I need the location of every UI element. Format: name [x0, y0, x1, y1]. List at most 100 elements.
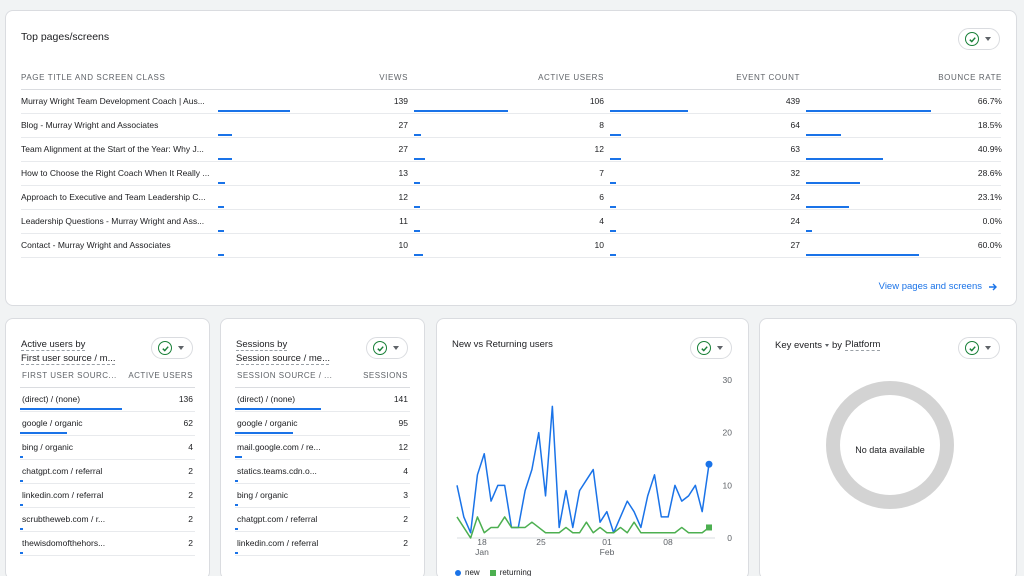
- views-cell: 27: [398, 144, 408, 154]
- views-cell: 139: [393, 96, 408, 106]
- table-row[interactable]: Leadership Questions - Murray Wright and…: [21, 210, 1002, 234]
- col-header-source[interactable]: SESSION SOURCE / ...: [237, 371, 332, 380]
- list-item-value: 62: [183, 418, 193, 428]
- list-item[interactable]: mail.google.com / re... 12: [235, 436, 410, 460]
- page-title-cell: Team Alignment at the Start of the Year:…: [21, 144, 204, 154]
- col-header-source[interactable]: FIRST USER SOURC...: [22, 371, 117, 380]
- list-item-value: 4: [188, 442, 193, 452]
- list-item[interactable]: bing / organic 3: [235, 484, 410, 508]
- event-count-bar: [610, 182, 616, 184]
- legend-returning[interactable]: returning: [489, 568, 531, 576]
- list-item[interactable]: google / organic 95: [235, 412, 410, 436]
- views-cell: 27: [398, 120, 408, 130]
- event-count-cell: 63: [790, 144, 800, 154]
- view-pages-link[interactable]: View pages and screens: [879, 281, 998, 292]
- list-item-label: chatgpt.com / referral: [22, 466, 103, 476]
- list-item-value: 2: [403, 538, 408, 548]
- event-count-cell: 24: [790, 216, 800, 226]
- col-header-views[interactable]: VIEWS: [366, 73, 408, 82]
- views-cell: 13: [398, 168, 408, 178]
- col-header-sessions[interactable]: SESSIONS: [363, 371, 408, 380]
- col-header-page-title[interactable]: PAGE TITLE AND SCREEN CLASS: [21, 73, 165, 82]
- list-item[interactable]: linkedin.com / referral 2: [20, 484, 195, 508]
- list-item-label: statics.teams.cdn.o...: [237, 466, 317, 476]
- active-users-bar: [414, 134, 422, 136]
- views-cell: 10: [398, 240, 408, 250]
- list-item-bar: [20, 408, 122, 410]
- bounce-rate-cell: 66.7%: [977, 96, 1002, 106]
- event-count-cell: 64: [790, 120, 800, 130]
- list-item[interactable]: bing / organic 4: [20, 436, 195, 460]
- active-users-cell: 12: [594, 144, 604, 154]
- col-header-bounce-rate[interactable]: BOUNCE RATE: [914, 73, 1002, 82]
- views-cell: 11: [399, 216, 408, 226]
- check-icon: [158, 341, 172, 355]
- list-item[interactable]: (direct) / (none) 141: [235, 388, 410, 412]
- event-count-bar: [610, 206, 616, 208]
- new-series-end-point[interactable]: [705, 460, 713, 468]
- list-item-label: linkedin.com / referral: [237, 538, 319, 548]
- list-item-label: mail.google.com / re...: [237, 442, 321, 452]
- check-icon: [373, 341, 387, 355]
- col-header-active-users[interactable]: ACTIVE USERS: [128, 371, 193, 380]
- active-users-cell: 106: [589, 96, 604, 106]
- table-row[interactable]: Approach to Executive and Team Leadershi…: [21, 186, 1002, 210]
- list-item-bar: [235, 528, 238, 530]
- list-item-bar: [235, 432, 293, 434]
- sessions-title[interactable]: Sessions by Session source / me...: [236, 338, 330, 366]
- list-item[interactable]: scrubtheweb.com / r... 2: [20, 508, 195, 532]
- chart-legend: new returning: [455, 568, 531, 576]
- table-row[interactable]: Contact - Murray Wright and Associates 10…: [21, 234, 1002, 258]
- list-item[interactable]: google / organic 62: [20, 412, 195, 436]
- page-title-cell: Approach to Executive and Team Leadershi…: [21, 192, 206, 202]
- col-header-event-count[interactable]: EVENT COUNT: [710, 73, 800, 82]
- event-count-cell: 27: [790, 240, 800, 250]
- list-item-bar: [20, 480, 23, 482]
- list-item-bar: [235, 552, 238, 554]
- key-events-metric[interactable]: Key events: [775, 340, 822, 351]
- list-item-label: thewisdomofthehors...: [22, 538, 106, 548]
- arrow-right-icon: [989, 283, 997, 290]
- list-item-label: google / organic: [22, 418, 83, 428]
- top-pages-card: Top pages/screens PAGE TITLE AND SCREEN …: [5, 10, 1017, 306]
- event-count-cell: 439: [785, 96, 800, 106]
- list-item[interactable]: linkedin.com / referral 2: [235, 532, 410, 556]
- list-item-value: 2: [188, 538, 193, 548]
- views-bar: [218, 206, 225, 208]
- list-item-label: scrubtheweb.com / r...: [22, 514, 106, 524]
- table-row[interactable]: Team Alignment at the Start of the Year:…: [21, 138, 1002, 162]
- chevron-down-icon[interactable]: [825, 343, 829, 347]
- compare-status-button[interactable]: [958, 337, 1000, 359]
- list-item-value: 95: [398, 418, 408, 428]
- legend-new[interactable]: new: [455, 568, 480, 576]
- event-count-bar: [610, 158, 622, 160]
- page-title-cell: How to Choose the Right Coach When It Re…: [21, 168, 210, 178]
- bounce-rate-cell: 18.5%: [977, 120, 1002, 130]
- list-item-value: 2: [188, 514, 193, 524]
- x-tick-sublabel: Jan: [475, 547, 489, 557]
- compare-status-button[interactable]: [151, 337, 193, 359]
- active-users-title[interactable]: Active users by First user source / m...: [21, 338, 116, 366]
- key-events-dimension[interactable]: Platform: [845, 338, 880, 352]
- y-tick-label: 10: [723, 480, 733, 490]
- list-item[interactable]: chatgpt.com / referral 2: [235, 508, 410, 532]
- returning-series-end-point[interactable]: [706, 524, 712, 531]
- list-item[interactable]: (direct) / (none) 136: [20, 388, 195, 412]
- bounce-rate-bar: [806, 206, 850, 208]
- list-item[interactable]: statics.teams.cdn.o... 4: [235, 460, 410, 484]
- list-item-label: linkedin.com / referral: [22, 490, 104, 500]
- list-item[interactable]: thewisdomofthehors... 2: [20, 532, 195, 556]
- active-users-bar: [414, 230, 420, 232]
- table-row[interactable]: Murray Wright Team Development Coach | A…: [21, 90, 1002, 114]
- list-item[interactable]: chatgpt.com / referral 2: [20, 460, 195, 484]
- key-events-card: Key events by Platform No data available: [759, 318, 1017, 576]
- compare-status-button[interactable]: [366, 337, 408, 359]
- y-tick-label: 0: [727, 533, 732, 543]
- col-header-active-users[interactable]: ACTIVE USERS: [516, 73, 604, 82]
- bounce-rate-bar: [806, 230, 812, 232]
- active-users-card: Active users by First user source / m...…: [5, 318, 210, 576]
- list-item-label: google / organic: [237, 418, 298, 428]
- table-row[interactable]: How to Choose the Right Coach When It Re…: [21, 162, 1002, 186]
- table-row[interactable]: Blog - Murray Wright and Associates 27 8 64…: [21, 114, 1002, 138]
- compare-status-button[interactable]: [958, 28, 1000, 50]
